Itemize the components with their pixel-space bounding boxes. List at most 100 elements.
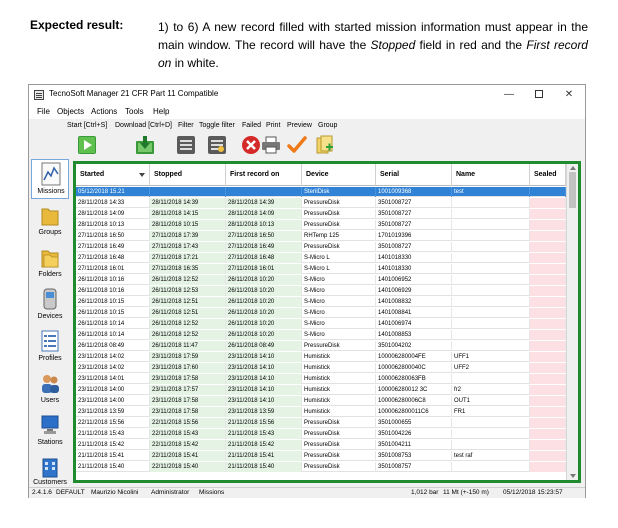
cell-started[interactable]: 27/11/2018 16:48: [76, 253, 150, 263]
cell-stopped[interactable]: 28/11/2018 10:15: [150, 220, 226, 230]
cell-device[interactable]: S-Micro: [302, 319, 376, 329]
cell-first-record-on[interactable]: 21/11/2018 15:41: [226, 451, 302, 461]
cell-sealed[interactable]: [530, 209, 566, 219]
column-header-name[interactable]: Name: [452, 164, 530, 186]
cell-sealed[interactable]: [530, 396, 566, 406]
column-header-sealed[interactable]: Sealed: [530, 164, 566, 186]
cell-sealed[interactable]: [530, 363, 566, 373]
cell-name[interactable]: test: [452, 187, 530, 197]
cell-serial[interactable]: 1401006952: [376, 275, 452, 285]
cell-stopped[interactable]: 26/11/2018 12:53: [150, 286, 226, 296]
cell-stopped[interactable]: [150, 187, 226, 197]
toggle-filter-icon[interactable]: [207, 135, 227, 155]
cell-name[interactable]: [452, 242, 530, 252]
table-row[interactable]: 27/11/2018 16:01 27/11/2018 16:35 27/11/20…: [76, 264, 566, 274]
cell-first-record-on[interactable]: 23/11/2018 13:59: [226, 407, 302, 417]
cell-started[interactable]: 26/11/2018 10:16: [76, 286, 150, 296]
cell-sealed[interactable]: [530, 462, 566, 472]
cell-serial[interactable]: 3501004202: [376, 341, 452, 351]
toolbar-print-label[interactable]: Print: [266, 122, 280, 129]
cell-device[interactable]: SterilDisk: [302, 187, 376, 197]
cell-serial[interactable]: 100006280006C8: [376, 396, 452, 406]
cell-stopped[interactable]: 22/11/2018 15:40: [150, 462, 226, 472]
toolbar-failed-label[interactable]: Failed: [242, 122, 261, 129]
cell-first-record-on[interactable]: 26/11/2018 08:49: [226, 341, 302, 351]
cell-started[interactable]: 28/11/2018 10:13: [76, 220, 150, 230]
cell-started[interactable]: 26/11/2018 10:14: [76, 330, 150, 340]
table-row[interactable]: 23/11/2018 14:02 23/11/2018 17:59 23/11/20…: [76, 352, 566, 362]
cell-name[interactable]: [452, 286, 530, 296]
cell-device[interactable]: Humistick: [302, 374, 376, 384]
cell-stopped[interactable]: 27/11/2018 17:39: [150, 231, 226, 241]
menu-help[interactable]: Help: [153, 107, 169, 116]
cell-sealed[interactable]: [530, 374, 566, 384]
cell-stopped[interactable]: 23/11/2018 17:58: [150, 396, 226, 406]
table-row[interactable]: 21/11/2018 15:41 22/11/2018 15:41 21/11/20…: [76, 451, 566, 461]
cell-stopped[interactable]: 26/11/2018 12:52: [150, 319, 226, 329]
table-row[interactable]: 22/11/2018 15:56 22/11/2018 15:56 21/11/20…: [76, 418, 566, 428]
cell-first-record-on[interactable]: 23/11/2018 14:10: [226, 352, 302, 362]
cell-device[interactable]: Humistick: [302, 396, 376, 406]
cell-name[interactable]: fr2: [452, 385, 530, 395]
cell-first-record-on[interactable]: 21/11/2018 15:40: [226, 462, 302, 472]
cell-sealed[interactable]: [530, 297, 566, 307]
cell-started[interactable]: 27/11/2018 16:01: [76, 264, 150, 274]
cell-serial[interactable]: 3501004211: [376, 440, 452, 450]
cell-stopped[interactable]: 27/11/2018 17:21: [150, 253, 226, 263]
cell-name[interactable]: [452, 440, 530, 450]
cell-name[interactable]: [452, 231, 530, 241]
cell-first-record-on[interactable]: 23/11/2018 14:10: [226, 363, 302, 373]
cell-started[interactable]: 26/11/2018 10:15: [76, 308, 150, 318]
cell-first-record-on[interactable]: 21/11/2018 15:42: [226, 440, 302, 450]
menu-file[interactable]: File: [37, 107, 50, 116]
cell-started[interactable]: 28/11/2018 14:33: [76, 198, 150, 208]
cell-stopped[interactable]: 26/11/2018 12:51: [150, 308, 226, 318]
cell-name[interactable]: [452, 374, 530, 384]
cell-name[interactable]: [452, 429, 530, 439]
cell-sealed[interactable]: [530, 429, 566, 439]
nav-groups[interactable]: Groups: [31, 201, 69, 241]
cell-stopped[interactable]: 22/11/2018 15:41: [150, 451, 226, 461]
cell-stopped[interactable]: 26/11/2018 12:52: [150, 275, 226, 285]
cell-sealed[interactable]: [530, 319, 566, 329]
cell-started[interactable]: 23/11/2018 14:00: [76, 385, 150, 395]
cell-stopped[interactable]: 26/11/2018 12:51: [150, 297, 226, 307]
cell-device[interactable]: Humistick: [302, 363, 376, 373]
cell-stopped[interactable]: 22/11/2018 15:56: [150, 418, 226, 428]
cell-device[interactable]: Humistick: [302, 385, 376, 395]
toolbar-start-label[interactable]: Start [Ctrl+S]: [67, 122, 107, 129]
cell-device[interactable]: Humistick: [302, 352, 376, 362]
cell-name[interactable]: [452, 319, 530, 329]
table-row[interactable]: 26/11/2018 10:14 26/11/2018 12:52 26/11/20…: [76, 319, 566, 329]
cell-device[interactable]: PressureDisk: [302, 451, 376, 461]
table-row[interactable]: 23/11/2018 14:00 23/11/2018 17:57 23/11/20…: [76, 385, 566, 395]
cell-serial[interactable]: 3501008727: [376, 220, 452, 230]
cell-device[interactable]: PressureDisk: [302, 418, 376, 428]
cell-name[interactable]: [452, 462, 530, 472]
cell-sealed[interactable]: [530, 253, 566, 263]
cell-device[interactable]: S-Micro L: [302, 264, 376, 274]
cell-started[interactable]: 21/11/2018 15:41: [76, 451, 150, 461]
column-header-first-record-on[interactable]: First record on: [226, 164, 302, 186]
cell-name[interactable]: [452, 297, 530, 307]
cell-device[interactable]: S-Micro: [302, 275, 376, 285]
cell-stopped[interactable]: 23/11/2018 17:59: [150, 352, 226, 362]
table-row[interactable]: 26/11/2018 10:16 26/11/2018 12:52 26/11/20…: [76, 275, 566, 285]
cell-serial[interactable]: 1401018330: [376, 253, 452, 263]
cell-first-record-on[interactable]: 26/11/2018 10:20: [226, 330, 302, 340]
table-row[interactable]: 26/11/2018 08:49 26/11/2018 11:47 26/11/20…: [76, 341, 566, 351]
table-row[interactable]: 21/11/2018 15:40 22/11/2018 15:40 21/11/20…: [76, 462, 566, 472]
cell-serial[interactable]: 1701019396: [376, 231, 452, 241]
cell-serial[interactable]: 100006280063FB: [376, 374, 452, 384]
cell-first-record-on[interactable]: 26/11/2018 10:20: [226, 286, 302, 296]
cell-sealed[interactable]: [530, 264, 566, 274]
cell-sealed[interactable]: [530, 341, 566, 351]
cell-sealed[interactable]: [530, 385, 566, 395]
cell-serial[interactable]: 3501008727: [376, 209, 452, 219]
cell-device[interactable]: PressureDisk: [302, 462, 376, 472]
cell-serial[interactable]: 3501000655: [376, 418, 452, 428]
nav-devices[interactable]: Devices: [31, 285, 69, 325]
table-row[interactable]: 26/11/2018 10:15 26/11/2018 12:51 26/11/20…: [76, 297, 566, 307]
cell-first-record-on[interactable]: 26/11/2018 10:20: [226, 297, 302, 307]
cell-sealed[interactable]: [530, 407, 566, 417]
